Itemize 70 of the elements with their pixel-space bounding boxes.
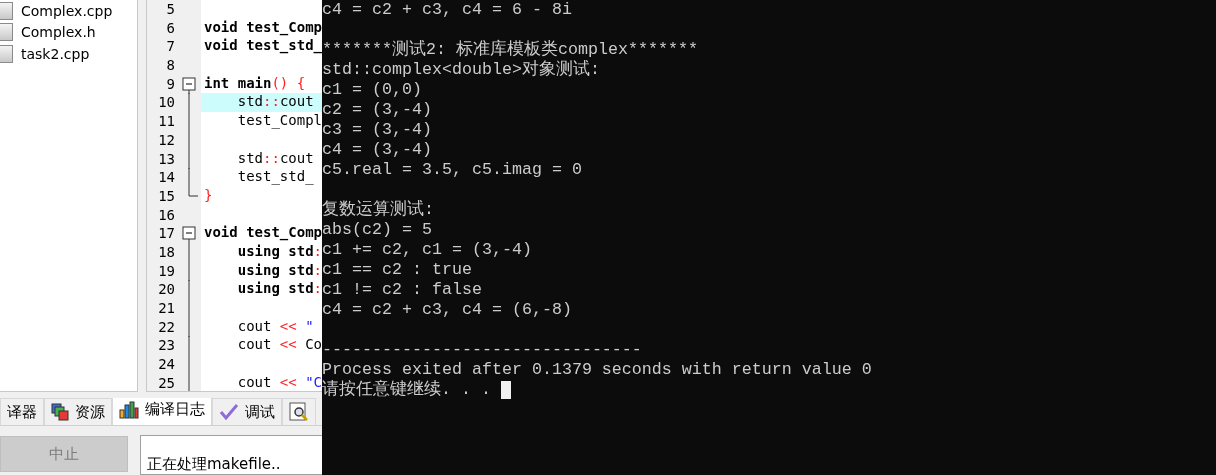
console-line: c1 += c2, c1 = (3,-4) (322, 240, 532, 260)
console-line: c3 = (3,-4) (322, 120, 432, 140)
file-icon (0, 23, 13, 42)
console-line: 复数运算测试: (322, 200, 434, 220)
line-number: 7 (165, 37, 176, 57)
panel-tab[interactable]: 资源 (44, 398, 112, 425)
code-line: std::cout (236, 149, 315, 168)
check-icon (219, 403, 239, 421)
collapse-icon[interactable] (182, 224, 196, 244)
console-line: 请按任意键继续. . . (322, 380, 492, 400)
code-line: cout << " (236, 317, 315, 336)
console-line: c2 = (3,-4) (322, 100, 432, 120)
panel-tab[interactable]: 编译日志 (112, 398, 212, 425)
console-line: Process exited after 0.1379 seconds with return value 0 (322, 360, 872, 379)
code-line: void test_std_ (203, 37, 322, 56)
panel-tab[interactable]: 调试 (212, 398, 282, 425)
collapse-icon[interactable] (182, 74, 196, 94)
line-number: 18 (157, 242, 176, 262)
fold-end-line (188, 186, 198, 197)
code-line: int main() { (203, 74, 307, 93)
line-number: 25 (157, 373, 176, 391)
console-line: -------------------------------- (322, 340, 642, 360)
panel-tab[interactable]: 译器 (0, 398, 44, 425)
line-number: 9 (165, 74, 176, 94)
file-icon (0, 1, 13, 20)
line-number: 8 (165, 56, 176, 75)
console-line: std::complex<double>对象测试: (322, 60, 600, 80)
file-name[interactable]: task2.cpp (21, 45, 90, 62)
line-number: 6 (165, 18, 176, 38)
code-line: using std: (236, 242, 322, 261)
file-name[interactable]: Complex.h (21, 24, 96, 41)
line-number: 21 (157, 299, 176, 318)
code-line: using std: (236, 261, 322, 280)
log-text: 正在处理makefile.. (147, 455, 281, 473)
line-number: 20 (157, 280, 176, 299)
line-number: 14 (157, 168, 176, 187)
code-line: void test_Comp (203, 18, 322, 38)
line-number: 10 (157, 93, 176, 113)
line-number: 19 (157, 261, 176, 281)
line-number: 5 (165, 0, 176, 19)
bar-chart-icon (119, 400, 139, 419)
code-line: void test_Comp (203, 224, 322, 243)
console-line: c4 = c2 + c3, c4 = (6,-8) (322, 300, 572, 320)
line-number: 13 (157, 149, 176, 169)
line-number: 23 (157, 336, 176, 356)
line-number: 24 (157, 355, 176, 374)
console-line: c1 == c2 : true (322, 260, 472, 280)
console-line: c1 = (0,0) (322, 80, 422, 100)
panel-tab[interactable] (282, 398, 316, 425)
search-icon (289, 402, 309, 422)
code-line: test_std_ (236, 168, 315, 187)
console-line: c4 = c2 + c3, c4 = 6 - 8i (322, 0, 572, 20)
console-line: c5.real = 3.5, c5.imag = 0 (322, 160, 582, 180)
file-name[interactable]: Complex.cpp (21, 2, 113, 19)
console-line: c1 != c2 : false (322, 280, 482, 300)
line-number: 16 (157, 205, 176, 225)
console-line: abs(c2) = 5 (322, 220, 432, 239)
console-line: c4 = (3,-4) (322, 140, 432, 160)
line-number: 11 (157, 112, 176, 131)
line-number: 22 (157, 317, 176, 337)
resources-icon (51, 403, 69, 421)
line-number: 15 (157, 186, 176, 206)
code-line: test_Compl (236, 112, 322, 131)
console-line: *******测试2: 标准库模板类complex******* (322, 40, 698, 60)
code-line: cout << Co (236, 336, 322, 355)
file-icon (0, 44, 13, 63)
code-line: } (203, 186, 214, 205)
code-line: using std: (236, 280, 322, 299)
line-number: 17 (157, 224, 176, 243)
line-number: 12 (157, 130, 176, 150)
